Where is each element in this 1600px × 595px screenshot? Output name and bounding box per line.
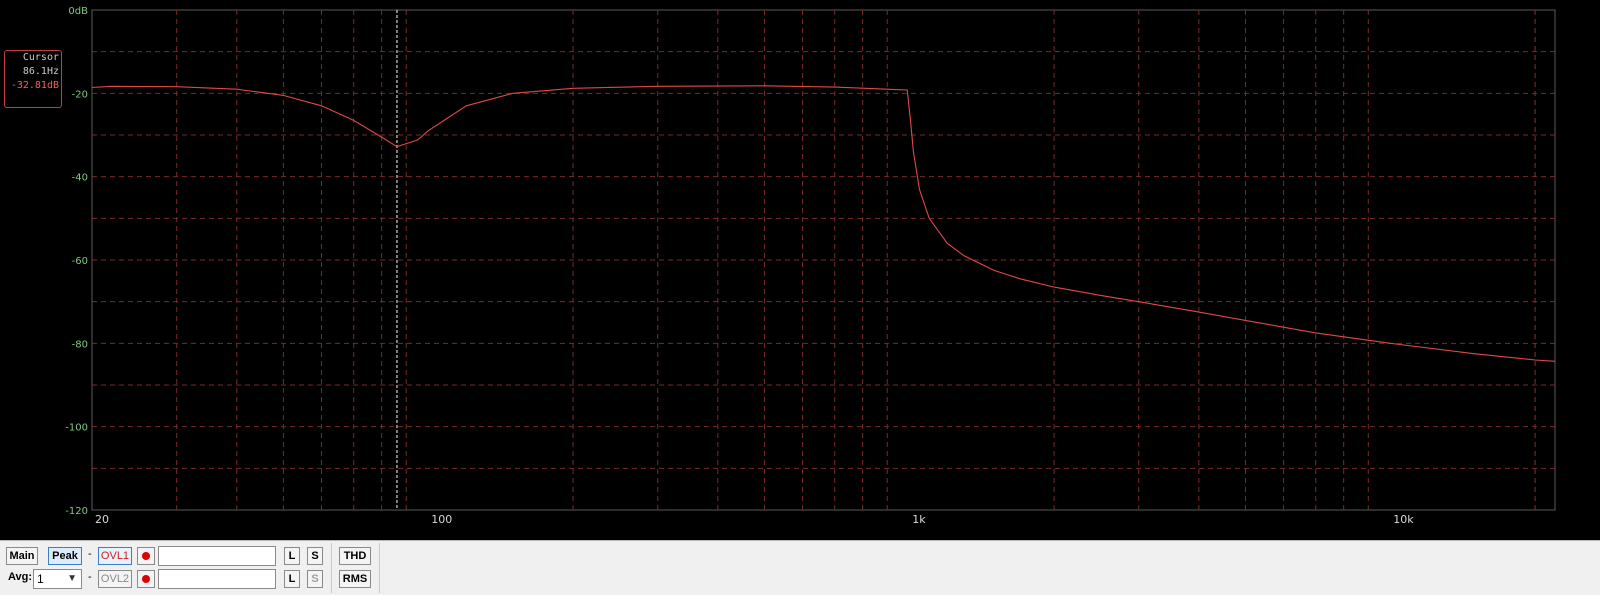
ovl1-record-button[interactable] (137, 547, 155, 565)
record-dot-icon (142, 575, 150, 583)
y-tick-label: -80 (72, 339, 88, 350)
main-button[interactable]: Main (6, 547, 38, 565)
record-dot-icon (142, 552, 150, 560)
spectrum-chart[interactable]: 0dB -20 -40 -60 -80 -100 -120 20 100 1k 10k (0, 0, 1600, 540)
ovl2-dash: - (88, 571, 92, 583)
ovl2-button[interactable]: OVL2 (98, 570, 132, 588)
ovl1-load-button[interactable]: L (284, 547, 300, 565)
x-tick-label: 20 (95, 513, 109, 526)
y-tick-label: -20 (72, 89, 88, 100)
x-tick-label: 100 (431, 513, 452, 526)
series-line (91, 85, 1556, 362)
ovl2-load-button[interactable]: L (284, 570, 300, 588)
cursor-frequency: 86.1Hz (22, 66, 59, 77)
peak-button[interactable]: Peak (48, 547, 82, 565)
ovl1-name-input[interactable] (158, 546, 276, 566)
ovl2-save-button[interactable]: S (307, 570, 323, 588)
thd-button[interactable]: THD (339, 547, 371, 565)
avg-select-value: 1 (37, 572, 44, 586)
y-tick-label: 0dB (68, 6, 88, 17)
cursor-title: Cursor (22, 52, 59, 63)
ovl1-button[interactable]: OVL1 (98, 547, 132, 565)
avg-select[interactable]: 1 ▼ (33, 569, 82, 589)
x-tick-label: 1k (912, 513, 926, 526)
y-tick-label: -120 (65, 506, 88, 517)
y-tick-label: -100 (65, 423, 88, 434)
divider (379, 543, 380, 593)
x-tick-label: 10k (1393, 513, 1414, 526)
avg-label: Avg: (8, 571, 33, 583)
control-panel: Main Peak Avg: 1 ▼ - OVL1 L S - OVL2 L S… (0, 540, 1600, 595)
cursor-readout: Cursor 86.1Hz -32.81dB (4, 50, 62, 108)
spectrum-plot[interactable]: 0dB -20 -40 -60 -80 -100 -120 20 100 1k 10k Cursor… (0, 0, 1600, 540)
y-tick-label: -60 (72, 256, 88, 267)
ovl1-dash: - (88, 548, 92, 560)
ovl2-record-button[interactable] (137, 570, 155, 588)
chevron-down-icon: ▼ (67, 573, 77, 584)
rms-button[interactable]: RMS (339, 570, 371, 588)
ovl2-name-input[interactable] (158, 569, 276, 589)
y-tick-label: -40 (72, 173, 88, 184)
cursor-level: -32.81dB (10, 80, 59, 91)
ovl1-save-button[interactable]: S (307, 547, 323, 565)
divider (331, 543, 332, 593)
